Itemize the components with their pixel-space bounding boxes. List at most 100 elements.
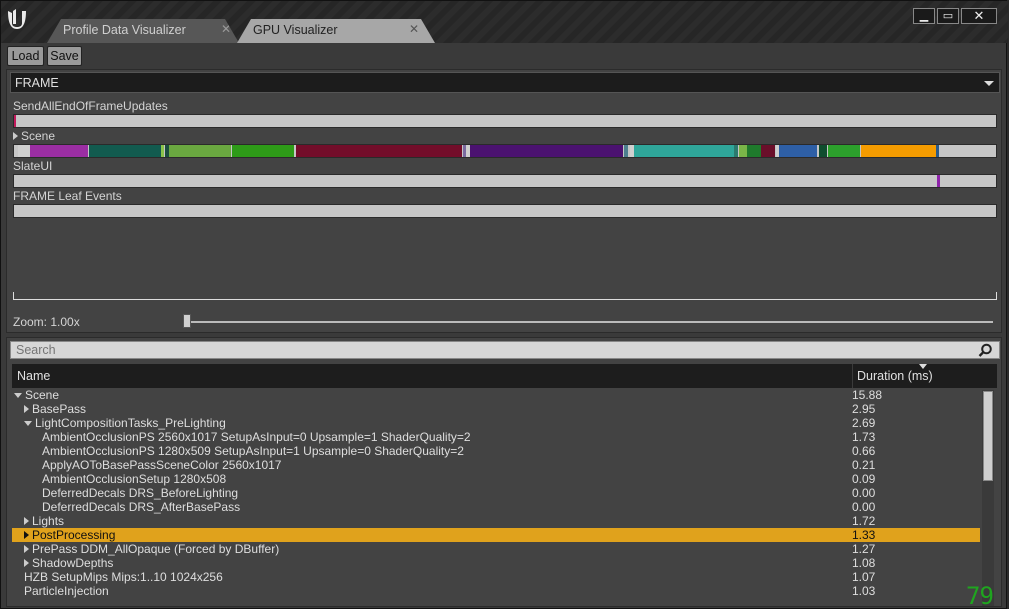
timeline-segment[interactable]: [296, 145, 462, 157]
close-window-button[interactable]: ✕: [961, 8, 997, 24]
table-row[interactable]: DeferredDecals DRS_BeforeLighting 0.00: [12, 486, 980, 500]
collapse-arrow-icon[interactable]: [14, 393, 22, 398]
row-name-cell: AmbientOcclusionSetup 1280x508: [42, 472, 226, 486]
row-duration: 1.07: [852, 570, 876, 584]
save-button[interactable]: Save: [47, 46, 82, 66]
timeline-segment[interactable]: [470, 145, 623, 157]
row-name: DeferredDecals DRS_AfterBasePass: [42, 500, 241, 514]
timeline-row-scene[interactable]: Scene: [13, 129, 55, 143]
timeline-segment[interactable]: [18, 145, 30, 157]
timeline-segment[interactable]: [232, 145, 294, 157]
close-tab-icon[interactable]: ✕: [409, 22, 419, 36]
tab-profile-data-visualizer[interactable]: Profile Data Visualizer ✕: [47, 19, 239, 43]
timeline-segment[interactable]: [761, 145, 775, 157]
tab-gpu-visualizer[interactable]: GPU Visualizer ✕: [237, 19, 435, 43]
row-duration: 1.08: [852, 556, 876, 570]
timeline-segment[interactable]: [936, 145, 939, 157]
row-duration: 0.09: [852, 472, 876, 486]
table-row[interactable]: ParticleInjection 1.03: [12, 584, 980, 598]
row-name: DeferredDecals DRS_BeforeLighting: [42, 486, 239, 500]
timeline-segment[interactable]: [819, 145, 827, 157]
timeline-row-label: SendAllEndOfFrameUpdates: [13, 99, 168, 113]
timeline-panel: FRAME SendAllEndOfFrameUpdates Scene Sla…: [6, 69, 1002, 333]
timeline-segment[interactable]: [89, 145, 161, 157]
timeline-bar-scene[interactable]: [13, 144, 997, 158]
frame-dropdown[interactable]: FRAME: [10, 72, 1000, 93]
timeline-segment[interactable]: [734, 145, 738, 157]
row-name: AmbientOcclusionSetup 1280x508: [42, 472, 227, 486]
table-row[interactable]: BasePass 2.95: [12, 402, 980, 416]
table-row[interactable]: PrePass DDM_AllOpaque (Forced by DBuffer…: [12, 542, 980, 556]
events-panel: Name Duration (ms) Scene 15.88 BasePass 2.9…: [6, 337, 1002, 607]
timeline-segment[interactable]: [624, 145, 628, 157]
title-bar[interactable]: Profile Data Visualizer ✕ GPU Visualizer…: [1, 1, 1008, 43]
column-divider[interactable]: [852, 364, 853, 388]
row-duration: 2.95: [852, 402, 876, 416]
expand-arrow-icon[interactable]: [24, 545, 29, 553]
timeline-bar-slateui[interactable]: [13, 174, 997, 188]
table-row[interactable]: AmbientOcclusionSetup 1280x508 0.09: [12, 472, 980, 486]
timeline-segment[interactable]: [161, 145, 164, 157]
row-name-cell: AmbientOcclusionPS 2560x1017 SetupAsInpu…: [42, 430, 471, 444]
row-name: LightCompositionTasks_PreLighting: [35, 416, 226, 430]
zoom-label: Zoom: 1.00x: [13, 315, 80, 329]
expand-arrow-icon[interactable]: [13, 132, 18, 140]
scrollbar-thumb[interactable]: [983, 391, 993, 481]
zoom-slider-track[interactable]: [185, 321, 993, 323]
table-row[interactable]: Lights 1.72: [12, 514, 980, 528]
unreal-logo-icon: [8, 9, 26, 29]
timeline-segment[interactable]: [779, 145, 817, 157]
minimize-button[interactable]: ▁: [913, 8, 935, 24]
row-name: BasePass: [32, 402, 87, 416]
table-row[interactable]: ShadowDepths 1.08: [12, 556, 980, 570]
row-duration: 0.21: [852, 458, 876, 472]
table-row[interactable]: Scene 15.88: [12, 388, 980, 402]
row-duration: 15.88: [852, 388, 883, 402]
expand-arrow-icon[interactable]: [24, 531, 29, 539]
load-button[interactable]: Load: [7, 46, 44, 66]
row-duration: 2.69: [852, 416, 876, 430]
close-tab-icon[interactable]: ✕: [221, 22, 231, 36]
row-name: ApplyAOToBasePassSceneColor 2560x1017: [42, 458, 282, 472]
timeline-bar-sendallendofframeupdates[interactable]: [13, 114, 997, 128]
table-row[interactable]: AmbientOcclusionPS 2560x1017 SetupAsInpu…: [12, 430, 980, 444]
timeline-segment[interactable]: [14, 115, 16, 127]
row-name-cell: HZB SetupMips Mips:1..10 1024x256: [24, 570, 223, 584]
timeline-segment[interactable]: [937, 175, 940, 187]
timeline-segment[interactable]: [634, 145, 734, 157]
fps-counter: 79: [966, 582, 994, 609]
search-icon[interactable]: [978, 343, 993, 358]
timeline-segment[interactable]: [861, 145, 936, 157]
zoom-slider-handle[interactable]: [183, 314, 191, 328]
search-input[interactable]: [10, 341, 1000, 359]
collapse-arrow-icon[interactable]: [24, 421, 32, 426]
table-row[interactable]: LightCompositionTasks_PreLighting 2.69: [12, 416, 980, 430]
table-row[interactable]: PostProcessing 1.33: [12, 528, 980, 542]
row-name: Lights: [32, 514, 65, 528]
maximize-button[interactable]: ▭: [937, 8, 959, 24]
timeline-bar-frame-leaf-events[interactable]: [13, 204, 997, 218]
table-row[interactable]: HZB SetupMips Mips:1..10 1024x256 1.07: [12, 570, 980, 584]
timeline-row-label: Scene: [21, 129, 56, 143]
table-row[interactable]: DeferredDecals DRS_AfterBasePass 0.00: [12, 500, 980, 514]
row-name-cell: ParticleInjection: [24, 584, 109, 598]
timeline-segment[interactable]: [30, 145, 88, 157]
table-row[interactable]: AmbientOcclusionPS 1280x509 SetupAsInput…: [12, 444, 980, 458]
expand-arrow-icon[interactable]: [24, 559, 29, 567]
row-duration: 1.27: [852, 542, 876, 556]
row-duration: 0.00: [852, 486, 876, 500]
timeline-segment[interactable]: [828, 145, 860, 157]
timeline-segment[interactable]: [169, 145, 231, 157]
column-header-duration[interactable]: Duration (ms): [857, 369, 933, 383]
table-row[interactable]: ApplyAOToBasePassSceneColor 2560x1017 0.2…: [12, 458, 980, 472]
row-name-cell: BasePass: [24, 402, 86, 416]
tab-label: GPU Visualizer: [253, 23, 338, 37]
timeline-segment[interactable]: [739, 145, 747, 157]
column-header-name[interactable]: Name: [17, 369, 50, 383]
row-duration: 1.73: [852, 430, 876, 444]
timeline-segment[interactable]: [747, 145, 761, 157]
expand-arrow-icon[interactable]: [24, 517, 29, 525]
row-duration: 1.03: [852, 584, 876, 598]
table-header: Name Duration (ms): [12, 364, 997, 388]
expand-arrow-icon[interactable]: [24, 405, 29, 413]
